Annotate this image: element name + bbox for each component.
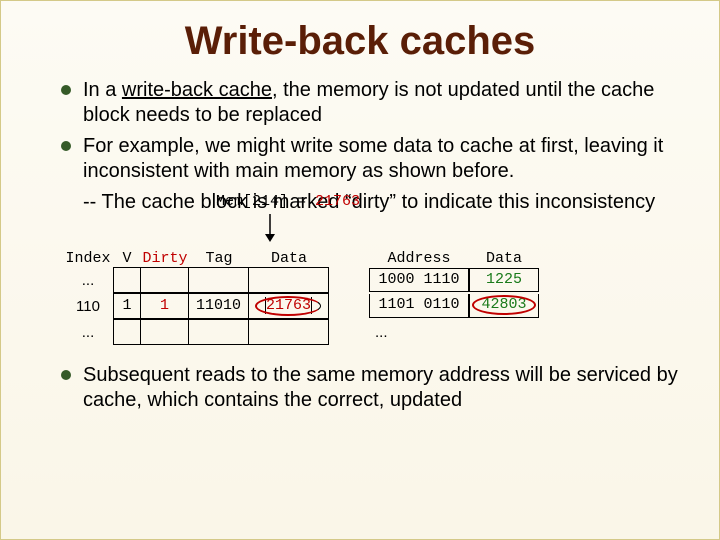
mem-addr: 1000 1110 bbox=[369, 268, 469, 292]
memory-header: Address Data bbox=[369, 250, 539, 267]
mem-data: 42803 bbox=[469, 294, 539, 318]
hdr-data: Data bbox=[249, 250, 329, 267]
bullet-dot-icon bbox=[61, 370, 71, 380]
bullet-2: For example, we might write some data to… bbox=[61, 134, 679, 184]
bullet-2-sub: -- The cache block is marked “dirty” to … bbox=[61, 190, 679, 215]
cache-row: ... bbox=[63, 267, 329, 293]
bullet-2-text: For example, we might write some data to… bbox=[83, 135, 663, 182]
cache-tag: 11010 bbox=[189, 294, 249, 318]
cache-row: ... bbox=[63, 319, 329, 345]
memory-row: 1101 0110 42803 bbox=[369, 293, 539, 319]
cache-index: ... bbox=[63, 324, 113, 341]
bullet-1-text-a: In a bbox=[83, 79, 122, 101]
cache-data-value: 21763 bbox=[265, 297, 312, 314]
cache-header: Index V Dirty Tag Data bbox=[63, 250, 329, 267]
memory-row: ... bbox=[369, 319, 539, 345]
bullet-dot-icon bbox=[61, 141, 71, 151]
mem-expr-lhs: Mem[214] = bbox=[216, 193, 315, 210]
memory-table: Address Data 1000 1110 1225 1101 0110 42… bbox=[369, 250, 539, 345]
cache-index: 110 bbox=[63, 298, 113, 315]
bullet-3: Subsequent reads to the same memory addr… bbox=[61, 363, 679, 413]
mem-expr-rhs: 21763 bbox=[315, 193, 360, 210]
cache-data: 21763 bbox=[249, 294, 329, 318]
hdr-tag: Tag bbox=[189, 250, 249, 267]
bullet-1: In a write-back cache, the memory is not… bbox=[61, 78, 679, 128]
tables-row: Index V Dirty Tag Data ... 110 1 1 11010… bbox=[1, 242, 719, 345]
bullet-dot-icon bbox=[61, 85, 71, 95]
mem-data-value: 42803 bbox=[481, 296, 526, 313]
hdr-index: Index bbox=[63, 250, 113, 267]
bullet-3-text: Subsequent reads to the same memory addr… bbox=[83, 364, 678, 411]
cache-index: ... bbox=[63, 272, 113, 289]
mem-addr: ... bbox=[369, 324, 469, 341]
bullet-1-underline: write-back cache bbox=[122, 79, 272, 101]
cache-v: 1 bbox=[113, 294, 141, 318]
memory-row: 1000 1110 1225 bbox=[369, 267, 539, 293]
hdr-addr: Address bbox=[369, 250, 469, 267]
cache-dirty: 1 bbox=[141, 294, 189, 318]
arrow-down-icon bbox=[263, 214, 719, 242]
hdr-dirty: Dirty bbox=[141, 250, 189, 267]
cache-row: 110 1 1 11010 21763 bbox=[63, 293, 329, 319]
mem-addr: 1101 0110 bbox=[369, 294, 469, 318]
hdr-v: V bbox=[113, 250, 141, 267]
cache-table: Index V Dirty Tag Data ... 110 1 1 11010… bbox=[63, 250, 329, 345]
bullet-3-wrap: Subsequent reads to the same memory addr… bbox=[1, 345, 719, 413]
slide-title: Write-back caches bbox=[1, 1, 719, 78]
mem-data: 1225 bbox=[469, 268, 539, 292]
hdr-mdata: Data bbox=[469, 250, 539, 267]
